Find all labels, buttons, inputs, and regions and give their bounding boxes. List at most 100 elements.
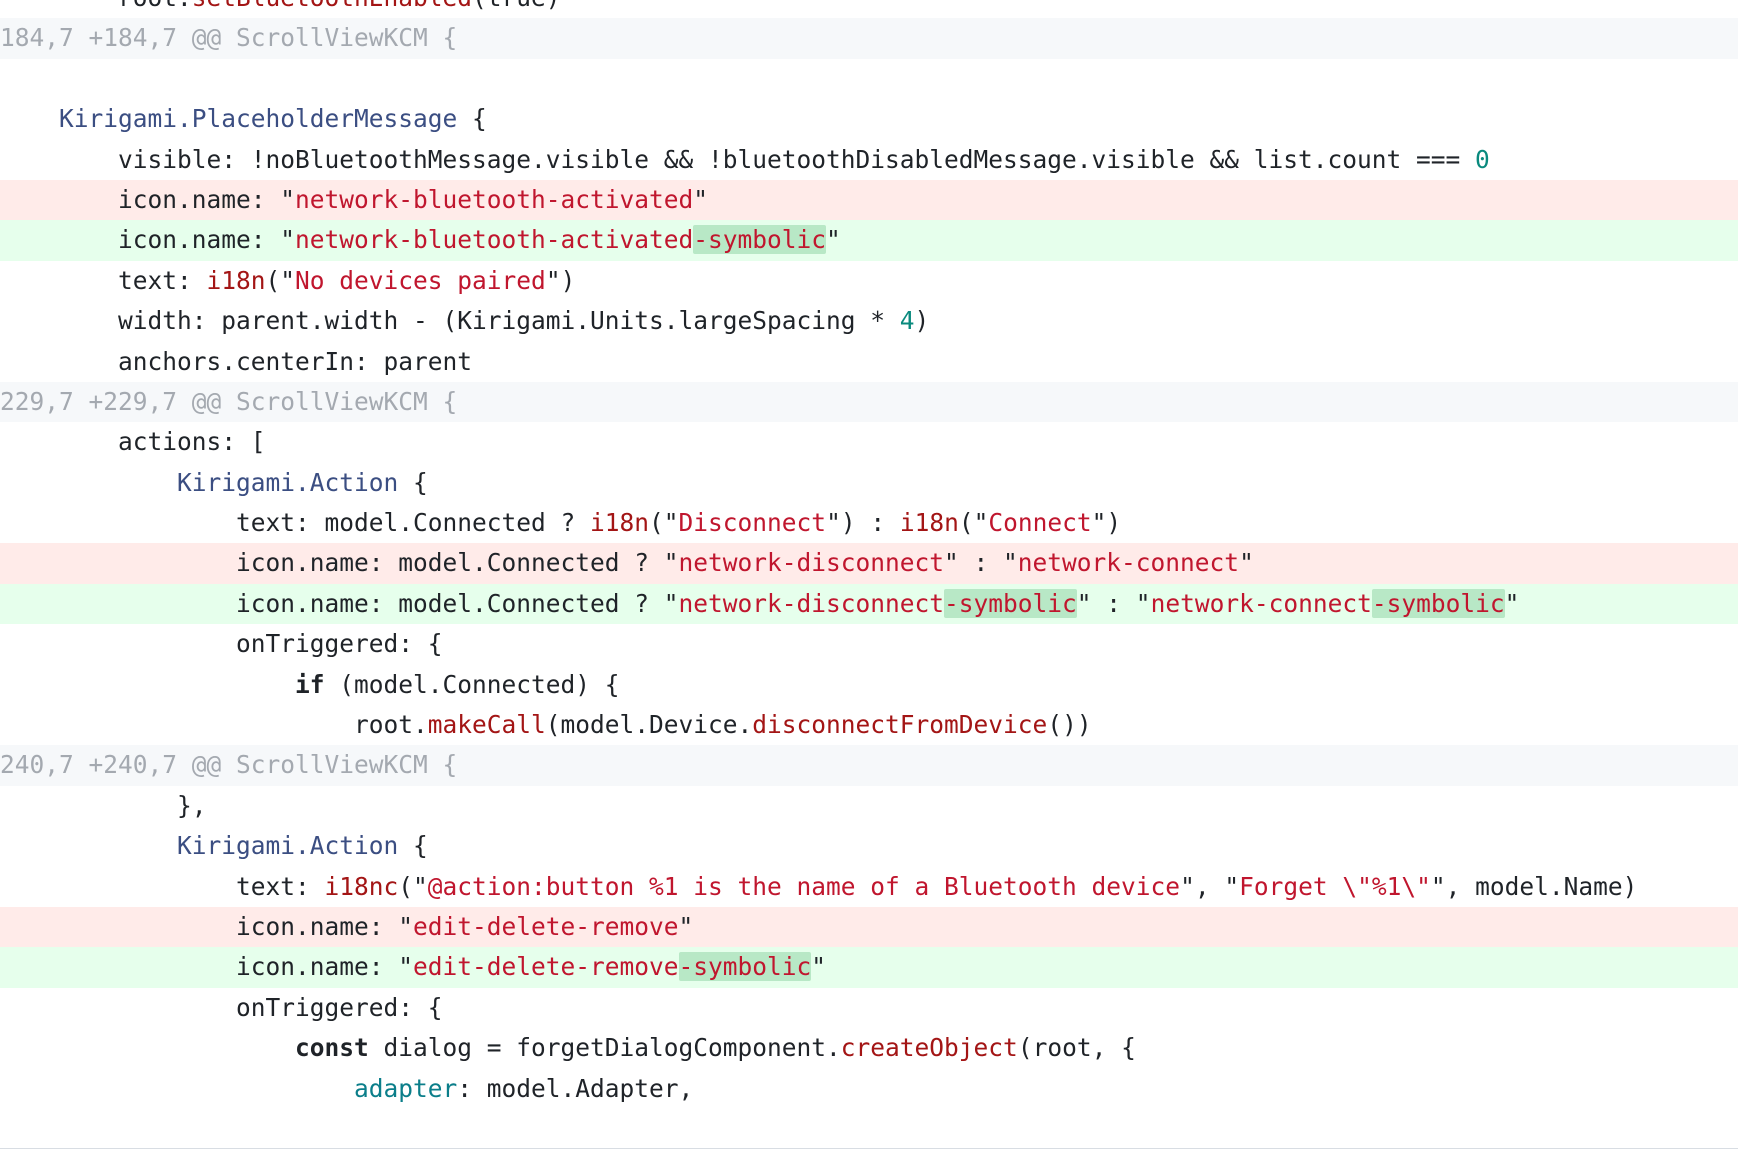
code-text: icon.name: "network-bluetooth-activated-… [0,220,841,260]
code-token: createObject [840,1033,1018,1063]
context-line: adapter: model.Adapter, [0,1069,1738,1109]
code-text: text: i18nc("@action:button %1 is the na… [0,867,1637,907]
code-token: root. [0,0,192,12]
code-text: width: parent.width - (Kirigami.Units.la… [0,301,929,341]
code-token: icon.name: model.Connected ? " [0,548,679,578]
context-line: text: i18nc("@action:button %1 is the na… [0,867,1738,907]
code-token: (true) [472,0,561,12]
code-token: onTriggered: { [0,992,443,1022]
code-token: 4 [899,306,915,336]
code-token: " [693,184,709,214]
code-token: network-connect [1017,548,1240,578]
code-token: network-bluetooth-activated [295,184,694,214]
code-token: (model.Connected) { [324,669,620,699]
code-token: Forget \"%1\" [1239,871,1431,901]
code-text: onTriggered: { [0,988,443,1028]
code-token: : model.Adapter, [457,1073,694,1103]
code-token: " [678,911,694,941]
removed-line: icon.name: "network-bluetooth-activated" [0,179,1738,221]
code-token: -symbolic [1371,588,1505,618]
code-token: (" [265,265,296,295]
code-text: icon.name: "edit-delete-remove" [0,907,693,947]
code-token: network-bluetooth-activated [295,225,694,255]
code-token: { [398,467,428,497]
code-token: -symbolic [693,225,827,255]
code-text: root.makeCall(model.Device.disconnectFro… [0,705,1092,745]
code-token: { [398,831,428,861]
code-token: width: parent.width - (Kirigami.Units.la… [0,306,900,336]
code-token: edit-delete-remove [413,911,679,941]
code-text: const dialog = forgetDialogComponent.cre… [0,1028,1136,1068]
code-token: " : " [944,548,1018,578]
context-line: Kirigami.PlaceholderMessage { [0,99,1738,139]
code-token: }, [0,790,207,820]
code-text: text: i18n("No devices paired") [0,261,575,301]
code-token: -symbolic [678,952,812,982]
context-line: visible: !noBluetoothMessage.visible && … [0,140,1738,180]
code-token: network-disconnect [678,548,945,578]
context-line: actions: [ [0,422,1738,462]
code-token: ", model.Name) [1430,871,1638,901]
code-token: Kirigami.Action [177,467,399,497]
code-token: (model.Device. [545,710,753,740]
code-token: @action:button %1 is the name of a Bluet… [427,871,1181,901]
context-line: Kirigami.Action { [0,826,1738,866]
code-token: Kirigami.PlaceholderMessage [59,104,458,134]
code-token: (" [958,508,989,538]
code-text: visible: !noBluetoothMessage.visible && … [0,140,1490,180]
code-token: ") [1091,508,1122,538]
code-token: Kirigami.Action [177,831,399,861]
code-token: root. [0,710,428,740]
context-line: Kirigami.Action { [0,463,1738,503]
code-text: Kirigami.Action { [0,826,428,866]
code-token: if [295,669,325,699]
diff-view: root.setBluetoothEnabled(true) @@ -184,7 … [0,0,1738,1168]
code-text: @@ -184,7 +184,7 @@ ScrollViewKCM { [0,18,457,58]
code-token: ()) [1047,710,1092,740]
code-text: icon.name: model.Connected ? "network-di… [0,584,1519,624]
code-token: " [1504,588,1520,618]
code-text: if (model.Connected) { [0,665,620,705]
code-token: edit-delete-remove [413,952,679,982]
code-token: @@ -229,7 +229,7 @@ ScrollViewKCM { [0,386,458,416]
code-token: adapter [354,1073,458,1103]
code-token: ", " [1180,871,1240,901]
bottom-divider [0,1148,1738,1149]
code-text: }, [0,786,207,826]
context-line: anchors.centerIn: parent [0,342,1738,382]
code-token: icon.name: " [0,184,296,214]
code-token: i18n [899,508,959,538]
code-token: (" [649,508,679,538]
diff-lines: root.setBluetoothEnabled(true) @@ -184,7 … [0,0,1738,1109]
code-text: onTriggered: { [0,624,443,664]
code-token: @@ -240,7 +240,7 @@ ScrollViewKCM { [0,750,458,780]
code-token: -symbolic [944,588,1077,618]
code-token: Connect [988,508,1092,538]
context-line: text: i18n("No devices paired") [0,261,1738,301]
removed-line: icon.name: "edit-delete-remove" [0,906,1738,948]
added-line: icon.name: "edit-delete-remove-symbolic" [0,947,1738,988]
code-token: actions: [ [0,427,266,457]
code-token: ) [914,306,930,336]
code-token: " : " [1076,588,1151,618]
code-token: const [295,1033,369,1063]
code-token: ") : [826,508,900,538]
code-token: i18n [206,265,266,295]
context-line: if (model.Connected) { [0,665,1738,705]
code-token: ") [545,265,576,295]
code-token: anchors.centerIn: parent [0,346,473,376]
context-line: width: parent.width - (Kirigami.Units.la… [0,301,1738,341]
hunk-header: @@ -229,7 +229,7 @@ ScrollViewKCM { [0,381,1738,423]
code-token: network-disconnect [678,588,945,618]
code-text: root.setBluetoothEnabled(true) [0,0,561,18]
code-text: adapter: model.Adapter, [0,1069,693,1109]
code-token: @@ -184,7 +184,7 @@ ScrollViewKCM { [0,23,458,53]
code-token: Disconnect [678,508,827,538]
code-token: text: [0,871,325,901]
empty-line [0,59,1738,99]
